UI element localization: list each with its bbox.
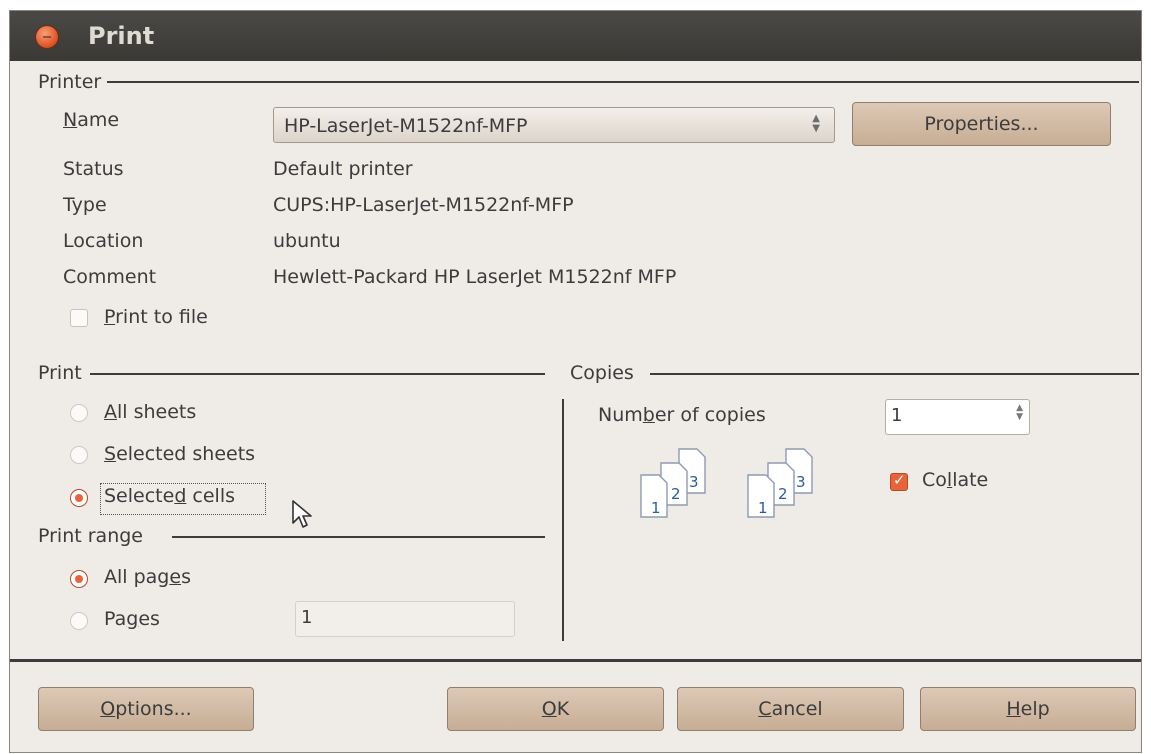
spin-arrows-icon[interactable]: ▲ ▼ xyxy=(1016,404,1023,422)
type-label: Type xyxy=(63,194,107,216)
radio-all-sheets[interactable] xyxy=(70,404,88,422)
pages-input[interactable]: 1 xyxy=(295,601,515,637)
pages-label[interactable]: Pages xyxy=(104,608,160,630)
print-range-frame-line xyxy=(172,536,545,538)
print-to-file-checkbox[interactable] xyxy=(70,309,88,327)
location-value: ubuntu xyxy=(273,230,341,252)
copies-value: 1 xyxy=(891,405,903,426)
print-dialog: Print Printer Name HP-LaserJet-M1522nf-M… xyxy=(9,10,1142,753)
collate-page-2: 2 xyxy=(778,485,788,503)
radio-pages[interactable] xyxy=(70,612,88,630)
title-bar[interactable]: Print xyxy=(10,11,1141,61)
radio-selected-cells[interactable] xyxy=(70,489,88,507)
collate-page-3: 3 xyxy=(796,473,806,491)
help-button[interactable]: Help xyxy=(920,687,1136,731)
collate-page-1: 1 xyxy=(758,499,768,517)
collate-pages-icon: 3 2 1 xyxy=(747,448,813,518)
collate-pages-icon: 3 2 1 xyxy=(640,448,706,518)
status-value: Default printer xyxy=(273,158,413,180)
printer-name-value: HP-LaserJet-M1522nf-MFP xyxy=(284,115,528,137)
properties-button-label: Properties... xyxy=(924,113,1039,135)
close-icon[interactable] xyxy=(36,26,58,48)
type-value: CUPS:HP-LaserJet-M1522nf-MFP xyxy=(273,194,574,216)
cancel-button[interactable]: Cancel xyxy=(677,687,904,731)
options-button[interactable]: Options... xyxy=(38,687,254,731)
section-divider xyxy=(562,399,564,641)
collate-page-3: 3 xyxy=(689,473,699,491)
copies-frame-line xyxy=(650,373,1139,375)
pages-input-value: 1 xyxy=(301,607,313,628)
updown-arrows-icon: ▲ ▼ xyxy=(812,113,820,134)
radio-all-pages[interactable] xyxy=(70,570,88,588)
comment-value: Hewlett-Packard HP LaserJet M1522nf MFP xyxy=(273,266,677,288)
button-area-separator xyxy=(10,659,1141,662)
comment-label: Comment xyxy=(63,266,157,288)
selected-cells-label[interactable]: Selected cells xyxy=(104,485,235,507)
window-title: Print xyxy=(88,22,155,50)
print-to-file-label[interactable]: Print to file xyxy=(104,306,208,328)
collate-page-1: 1 xyxy=(651,499,661,517)
number-of-copies-label: Number of copies xyxy=(598,404,766,426)
radio-selected-sheets[interactable] xyxy=(70,446,88,464)
ok-button[interactable]: OK xyxy=(447,687,664,731)
location-label: Location xyxy=(63,230,144,252)
properties-button[interactable]: Properties... xyxy=(852,102,1111,146)
collate-checkbox[interactable] xyxy=(890,471,908,491)
name-label: Name xyxy=(63,109,120,131)
print-range-section-title: Print range xyxy=(38,525,149,547)
all-pages-label[interactable]: All pages xyxy=(104,566,191,588)
status-label: Status xyxy=(63,158,124,180)
printer-name-select[interactable]: HP-LaserJet-M1522nf-MFP ▲ ▼ xyxy=(273,107,835,143)
collate-label[interactable]: Collate xyxy=(922,469,988,491)
print-frame-line xyxy=(90,373,545,375)
print-section-title: Print xyxy=(38,362,88,384)
copies-spinbutton[interactable]: 1 ▲ ▼ xyxy=(885,399,1030,435)
selected-sheets-label[interactable]: Selected sheets xyxy=(104,443,255,465)
printer-frame-line xyxy=(105,81,1139,83)
all-sheets-label[interactable]: All sheets xyxy=(104,401,196,423)
printer-section-title: Printer xyxy=(38,71,108,93)
mouse-pointer-icon xyxy=(292,500,312,528)
copies-section-title: Copies xyxy=(570,362,640,384)
collate-page-2: 2 xyxy=(671,485,681,503)
